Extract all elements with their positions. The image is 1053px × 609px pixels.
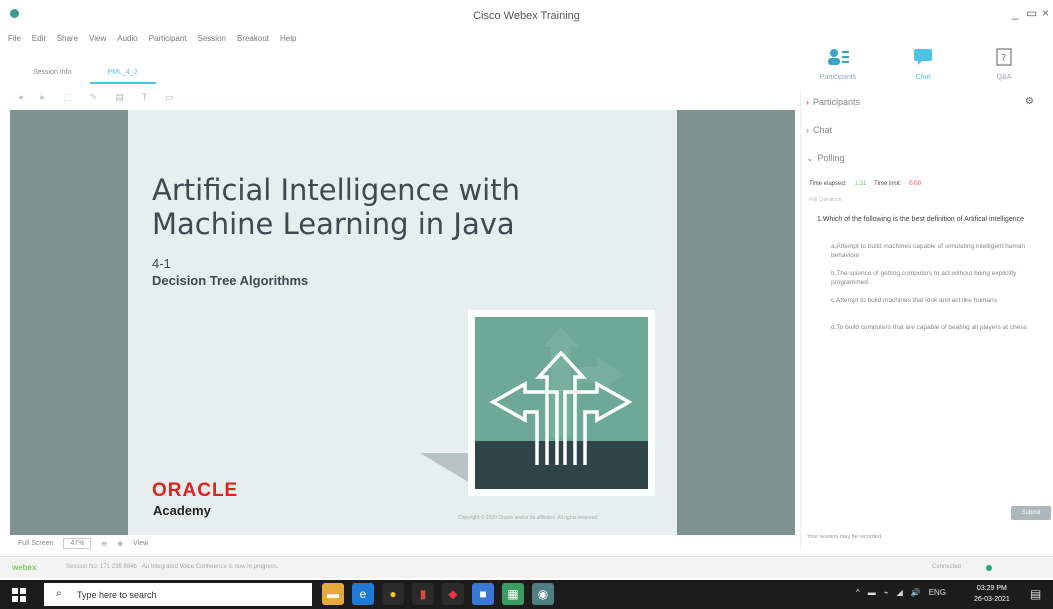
zoom-level-select[interactable]: 47% [63, 538, 92, 549]
chrome-icon[interactable]: ● [382, 583, 404, 605]
show-hidden-icon[interactable]: ^ [856, 588, 860, 597]
polling-section-header[interactable]: ⌄ Polling [806, 153, 845, 164]
highlighter-icon[interactable]: ▤ [115, 92, 124, 103]
pen-icon[interactable]: ✎ [90, 92, 98, 103]
poll-option-d[interactable]: d.To build computers that are capable of… [831, 323, 1036, 332]
menu-view[interactable]: View [89, 34, 106, 48]
menu-audio[interactable]: Audio [117, 34, 137, 48]
volume-icon[interactable]: 🔊 [911, 588, 921, 597]
slide-footer: Copyright © 2020 Oracle and/or its affil… [458, 515, 599, 521]
notification-icon[interactable]: ▤ [1030, 587, 1041, 601]
menu-participant[interactable]: Participant [149, 34, 187, 48]
poll-question: 1.Which of the following is the best def… [817, 216, 1025, 223]
webex-taskbar-icon[interactable]: ◉ [532, 583, 554, 605]
next-icon[interactable]: ▸ [41, 92, 46, 103]
menu-session[interactable]: Session [198, 34, 226, 48]
status-bar: webex Session No: 171 236 884b An Integr… [0, 556, 1053, 578]
participants-panel-button[interactable]: Participants [813, 48, 863, 88]
chat-section-header[interactable]: › Chat [806, 125, 832, 135]
windows-taskbar: ⌕ Type here to search ▬ e ● ▮ ◆ ■ ▦ ◉ ^ … [0, 580, 1053, 609]
search-icon: ⌕ [56, 588, 62, 599]
menu-share[interactable]: Share [57, 34, 78, 48]
connection-indicator-icon [986, 565, 992, 571]
tab-session-info[interactable]: Session Info [15, 66, 90, 84]
slide-title: Artificial Intelligence with Machine Lea… [152, 173, 582, 241]
slide-subtitle: Decision Tree Algorithms [152, 273, 309, 288]
chevron-down-icon: ⌄ [806, 153, 814, 163]
slide-title-line1: Artificial Intelligence with [152, 173, 520, 207]
minimize-button[interactable]: _ [1012, 6, 1019, 20]
svg-text:?: ? [1001, 53, 1006, 64]
menu-edit[interactable]: Edit [32, 34, 46, 48]
poll-timer: Time elapsed: 1:31 Time limit: 0:00 [809, 181, 921, 187]
shape-icon[interactable]: ▭ [165, 92, 174, 103]
submit-button[interactable]: Submit [1011, 506, 1051, 520]
window-title: Cisco Webex Training [473, 10, 580, 22]
prev-icon[interactable]: ◂ [18, 92, 23, 103]
chevron-right-icon: › [806, 97, 809, 107]
chat-panel-button[interactable]: Chat [898, 48, 948, 88]
slide-title-line2: Machine Learning in Java [152, 207, 515, 241]
decision-arrows-image [468, 310, 655, 496]
select-icon[interactable]: ⬚ [63, 92, 72, 103]
excel-icon[interactable]: ▦ [502, 583, 524, 605]
slide-number: 4-1 [152, 256, 171, 271]
full-screen-button[interactable]: Full Screen [18, 540, 53, 547]
maximize-button[interactable]: ▭ [1026, 6, 1037, 20]
recording-note: Your session may be recorded. [807, 534, 883, 540]
audio-note: An Integrated Voice Conference is now in… [141, 564, 279, 570]
battery-icon[interactable]: ▬ [868, 588, 876, 597]
session-number: Session No: 171 236 884b An Integrated V… [66, 564, 279, 570]
menu-help[interactable]: Help [280, 34, 296, 48]
network-icon[interactable]: ⌁ [884, 588, 889, 597]
taskbar-apps: ▬ e ● ▮ ◆ ■ ▦ ◉ [322, 583, 554, 605]
edge-icon[interactable]: e [352, 583, 374, 605]
menu-breakout[interactable]: Breakout [237, 34, 269, 48]
webex-window: Cisco Webex Training _ ▭ × File Edit Sha… [0, 0, 1053, 609]
chat-icon [898, 48, 948, 70]
gear-icon[interactable]: ⚙ [1025, 96, 1034, 107]
poll-questions-label: Poll Questions: [809, 197, 843, 203]
text-icon[interactable]: T [142, 92, 148, 103]
academy-label: Academy [153, 503, 211, 518]
zoom-in-icon[interactable]: ⊕ [117, 540, 123, 548]
right-panel: › Participants ⚙ › Chat ⌄ Polling Time elap… [800, 90, 1053, 550]
card-shadow [420, 453, 470, 483]
menu-file[interactable]: File [8, 34, 21, 48]
taskbar-search-input[interactable]: ⌕ Type here to search [44, 583, 312, 606]
poll-option-c[interactable]: c.Attempt to build machines that look an… [831, 296, 1036, 305]
file-explorer-icon[interactable]: ▬ [322, 583, 344, 605]
store-icon[interactable]: ■ [472, 583, 494, 605]
presentation-slide: Artificial Intelligence with Machine Lea… [128, 110, 677, 535]
language-indicator[interactable]: ENG [929, 588, 946, 597]
poll-option-a[interactable]: a.Attempt to build machines capable of s… [831, 242, 1036, 260]
time-limit-value: 0:00 [909, 181, 921, 187]
oracle-logo: ORACLE [152, 480, 239, 501]
app-icon[interactable]: ▮ [412, 583, 434, 605]
system-tray: ^ ▬ ⌁ ◢ 🔊 ENG [856, 588, 946, 597]
view-menu[interactable]: View [133, 540, 148, 547]
time-elapsed-value: 1:31 [854, 181, 867, 187]
participants-section-header[interactable]: › Participants [806, 97, 860, 107]
taskbar-clock[interactable]: 03:29 PM 26-03-2021 [974, 583, 1010, 605]
annotation-toolbar: ◂ ▸ ⬚ ✎ ▤ T ▭ [18, 92, 174, 103]
webex-logo: webex [12, 563, 37, 572]
qa-panel-button[interactable]: ? Q&A [979, 48, 1029, 88]
shared-content-area: Artificial Intelligence with Machine Lea… [10, 110, 795, 535]
zoom-out-icon[interactable]: ⊖ [101, 540, 107, 548]
close-button[interactable]: × [1042, 6, 1049, 20]
windows-start-icon[interactable] [12, 588, 26, 602]
connection-status: Connected [932, 564, 962, 570]
media-icon[interactable]: ◆ [442, 583, 464, 605]
poll-option-b[interactable]: b.The science of getting computers to ac… [831, 269, 1036, 287]
document-tabs: Session Info PML_4_2 [15, 66, 156, 84]
wifi-icon[interactable]: ◢ [897, 588, 903, 597]
zoom-bar: Full Screen 47% ⊖ ⊕ View [18, 538, 148, 549]
tab-presentation[interactable]: PML_4_2 [89, 66, 156, 84]
menu-bar: File Edit Share View Audio Participant S… [8, 34, 296, 48]
chevron-right-icon: › [806, 125, 809, 135]
participants-icon [813, 48, 863, 70]
qa-icon: ? [979, 48, 1029, 70]
title-bar: Cisco Webex Training _ ▭ × [0, 0, 1053, 30]
